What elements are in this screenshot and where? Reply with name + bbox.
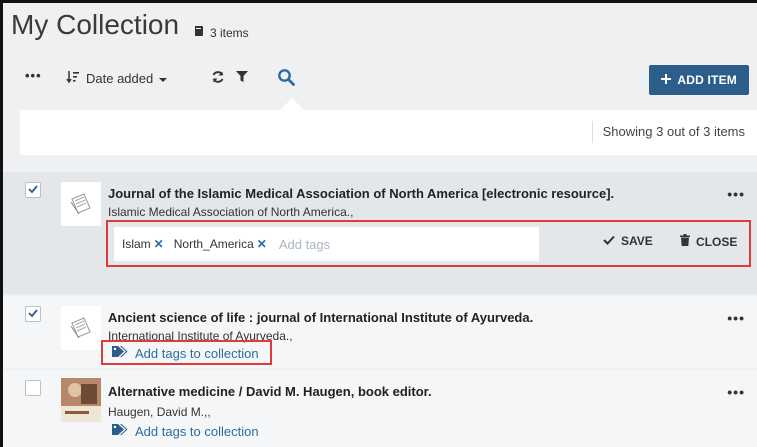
add-tags-label: Add tags to collection bbox=[135, 423, 259, 439]
checkmark-icon bbox=[28, 308, 38, 321]
check-icon bbox=[603, 234, 615, 248]
item-title[interactable]: Alternative medicine / David M. Haugen, … bbox=[108, 384, 432, 399]
list-item: Alternative medicine / David M. Haugen, … bbox=[3, 370, 757, 447]
search-panel-caret bbox=[280, 98, 304, 110]
item-title[interactable]: Journal of the Islamic Medical Associati… bbox=[108, 186, 614, 201]
remove-tag-icon[interactable]: ✕ bbox=[154, 237, 164, 251]
item-author: Haugen, David M.,, bbox=[108, 405, 211, 419]
close-label: CLOSE bbox=[696, 234, 738, 249]
tag-editor: Islam ✕ North_America ✕ Add tags SAVE CL… bbox=[106, 220, 751, 267]
document-thumbnail-icon bbox=[61, 182, 101, 226]
page-title: My Collection bbox=[11, 9, 180, 40]
tag-chip: North_America ✕ bbox=[174, 237, 267, 251]
add-tags-highlight bbox=[101, 340, 272, 365]
sort-dropdown[interactable]: Date added bbox=[66, 70, 168, 87]
document-thumbnail-icon bbox=[61, 306, 101, 350]
refresh-icon bbox=[211, 70, 225, 87]
chevron-down-icon bbox=[159, 71, 168, 86]
item-title[interactable]: Ancient science of life : journal of Int… bbox=[108, 310, 533, 325]
item-checkbox[interactable] bbox=[25, 380, 41, 396]
add-item-label: ADD ITEM bbox=[677, 73, 737, 87]
add-tags-input[interactable]: Add tags bbox=[279, 237, 330, 252]
close-tags-button[interactable]: CLOSE bbox=[680, 234, 737, 249]
sort-label: Date added bbox=[86, 71, 154, 86]
plus-icon bbox=[661, 73, 672, 87]
save-label: SAVE bbox=[621, 234, 653, 248]
filter-icon bbox=[236, 70, 248, 86]
item-more-button[interactable]: ••• bbox=[727, 186, 745, 202]
item-more-button[interactable]: ••• bbox=[727, 384, 745, 400]
refresh-button[interactable] bbox=[211, 70, 225, 87]
item-more-button[interactable]: ••• bbox=[727, 310, 745, 326]
tag-icon bbox=[111, 423, 129, 439]
tag-chip-label: North_America bbox=[173, 237, 254, 251]
tag-chip-label: Islam bbox=[122, 237, 151, 251]
book-cover-thumbnail bbox=[61, 378, 101, 422]
add-item-button[interactable]: ADD ITEM bbox=[649, 65, 749, 95]
search-button[interactable] bbox=[277, 68, 295, 89]
more-options-button[interactable]: ••• bbox=[25, 68, 42, 83]
item-checkbox[interactable] bbox=[25, 306, 41, 322]
book-icon bbox=[193, 25, 205, 40]
search-panel: Showing 3 out of 3 items bbox=[20, 110, 757, 155]
remove-tag-icon[interactable]: ✕ bbox=[257, 237, 267, 251]
sort-icon bbox=[66, 70, 80, 87]
add-tags-link[interactable]: Add tags to collection bbox=[111, 423, 259, 439]
more-options-label: ••• bbox=[25, 68, 42, 83]
results-summary: Showing 3 out of 3 items bbox=[591, 121, 745, 143]
toolbar: ••• Date added ADD ITEM bbox=[3, 62, 757, 98]
tag-input[interactable]: Islam ✕ North_America ✕ Add tags bbox=[114, 227, 539, 261]
search-icon bbox=[277, 68, 295, 89]
trash-icon bbox=[680, 234, 690, 249]
item-count: 3 items bbox=[193, 25, 249, 40]
item-author: Islamic Medical Association of North Ame… bbox=[108, 205, 354, 219]
item-count-label: 3 items bbox=[210, 25, 249, 40]
list-item: Journal of the Islamic Medical Associati… bbox=[3, 172, 757, 294]
save-tags-button[interactable]: SAVE bbox=[603, 234, 653, 248]
checkmark-icon bbox=[28, 184, 38, 197]
item-checkbox[interactable] bbox=[25, 182, 41, 198]
tag-chip: Islam ✕ bbox=[122, 237, 164, 251]
filter-button[interactable] bbox=[236, 70, 248, 86]
